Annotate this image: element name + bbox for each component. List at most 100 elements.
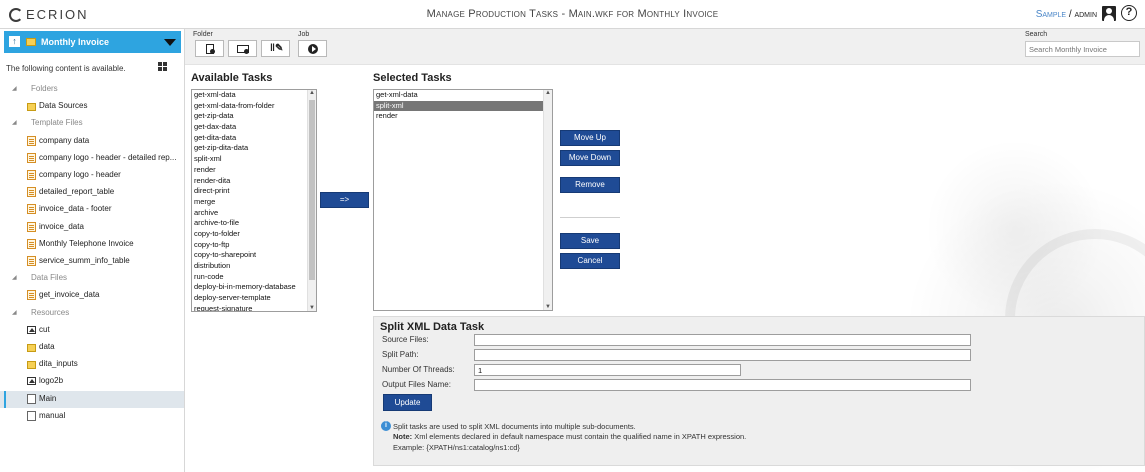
tree-item[interactable]: Main xyxy=(0,390,184,408)
scroll-thumb[interactable] xyxy=(309,100,315,280)
list-item[interactable]: get-xml-data xyxy=(374,90,552,101)
workflow-file-icon xyxy=(27,393,36,404)
tree-item[interactable]: Monthly Telephone Invoice xyxy=(0,236,184,253)
new-file-button[interactable] xyxy=(195,40,224,57)
user-info[interactable]: Sample / admin xyxy=(1036,9,1097,20)
selected-items-container: get-xml-data split-xml render xyxy=(374,90,552,122)
user-separator: / xyxy=(1068,9,1072,20)
scrollbar[interactable]: ▲ ▼ xyxy=(543,90,552,310)
folder-icon xyxy=(27,361,36,370)
list-item[interactable]: render xyxy=(192,165,316,176)
tree-section[interactable]: ◢ Data Files xyxy=(0,270,184,287)
tree-item-label: data xyxy=(39,342,55,351)
tree-item-label: dita_inputs xyxy=(39,359,78,369)
expand-arrow-icon[interactable]: ◢ xyxy=(12,119,17,126)
list-item[interactable]: archive xyxy=(192,208,316,219)
list-item[interactable]: request-signature xyxy=(192,304,316,311)
tree-item[interactable]: data xyxy=(0,339,184,356)
list-item[interactable]: distribution xyxy=(192,261,316,272)
list-item[interactable]: run-code xyxy=(192,272,316,283)
scroll-up-icon[interactable]: ▲ xyxy=(545,90,551,96)
tree-item[interactable]: Data Sources xyxy=(0,98,184,115)
help-icon[interactable]: ? xyxy=(1121,5,1137,21)
available-items-container: get-xml-data get-xml-data-from-folder get-… xyxy=(192,90,316,311)
list-item[interactable]: copy-to-sharepoint xyxy=(192,250,316,261)
remove-button[interactable]: Remove xyxy=(560,177,620,193)
list-item[interactable]: copy-to-ftp xyxy=(192,240,316,251)
split-path-field[interactable] xyxy=(474,349,971,361)
output-files-name-field[interactable] xyxy=(474,379,971,391)
task-settings-panel: Split XML Data Task Source Files: Split … xyxy=(373,316,1145,466)
move-up-button[interactable]: Move Up xyxy=(560,130,620,146)
scroll-down-icon[interactable]: ▼ xyxy=(545,304,551,310)
available-tasks-list[interactable]: get-xml-data get-xml-data-from-folder get-… xyxy=(191,89,317,312)
run-job-button[interactable] xyxy=(298,40,327,57)
cancel-button[interactable]: Cancel xyxy=(560,253,620,269)
chevron-down-icon[interactable] xyxy=(164,39,176,46)
list-item[interactable]: archive-to-file xyxy=(192,218,316,229)
add-task-button[interactable]: => xyxy=(320,192,369,208)
tree-section[interactable]: ◢ Folders xyxy=(0,81,184,98)
list-item[interactable]: get-dita-data xyxy=(192,133,316,144)
user-name[interactable]: admin xyxy=(1074,9,1097,20)
selected-tasks-list[interactable]: get-xml-data split-xml render ▲ ▼ xyxy=(373,89,553,311)
tree-item-label: company data xyxy=(39,135,90,145)
tree-item[interactable]: detailed_report_table xyxy=(0,184,184,201)
project-selector[interactable]: ↑ Monthly Invoice xyxy=(4,31,181,53)
tree-item[interactable]: logo2b xyxy=(0,373,184,390)
source-files-field[interactable] xyxy=(474,334,971,346)
tree-item[interactable]: company logo - header - detailed rep... xyxy=(0,150,184,167)
scroll-down-icon[interactable]: ▼ xyxy=(309,305,315,311)
project-name: Monthly Invoice xyxy=(41,37,110,47)
search-input[interactable] xyxy=(1025,41,1140,57)
folder-settings-button[interactable] xyxy=(228,40,257,57)
up-arrow-icon[interactable]: ↑ xyxy=(9,36,20,47)
list-item[interactable]: get-zip-dita-data xyxy=(192,143,316,154)
avatar-icon[interactable] xyxy=(1102,6,1116,21)
folder-icon xyxy=(27,344,36,352)
list-item[interactable]: deploy-server-template xyxy=(192,293,316,304)
user-sample[interactable]: Sample xyxy=(1036,9,1066,20)
divider xyxy=(560,217,620,218)
tree-item[interactable]: dita_inputs xyxy=(0,356,184,373)
tree-section[interactable]: ◢ Resources xyxy=(0,305,184,322)
tree-item[interactable]: company data xyxy=(0,133,184,150)
tree-section[interactable]: ◢ Template Files xyxy=(0,115,184,132)
page-title: Manage Production Tasks - Main.wkf for M… xyxy=(426,8,719,20)
update-button[interactable]: Update xyxy=(383,394,432,411)
number-of-threads-field[interactable] xyxy=(474,364,741,376)
list-item[interactable]: get-dax-data xyxy=(192,122,316,133)
tree-item[interactable]: get_invoice_data xyxy=(0,287,184,304)
scroll-up-icon[interactable]: ▲ xyxy=(309,90,315,96)
example-text: Example: {XPATH/ns1:catalog/ns1:cd} xyxy=(393,443,520,452)
tree-item[interactable]: company logo - header xyxy=(0,167,184,184)
list-item[interactable]: split-xml xyxy=(192,154,316,165)
tree-item[interactable]: cut xyxy=(0,322,184,339)
tree-item-label: get_invoice_data xyxy=(39,290,100,300)
template-file-icon xyxy=(27,204,36,215)
list-item[interactable]: render xyxy=(374,111,552,122)
expand-arrow-icon[interactable]: ◢ xyxy=(12,274,17,281)
list-item[interactable]: deploy-bi-in-memory-database xyxy=(192,282,316,293)
tree-item[interactable]: service_summ_info_table xyxy=(0,253,184,270)
save-button[interactable]: Save xyxy=(560,233,620,249)
tree-item-label: cut xyxy=(39,324,50,334)
move-down-button[interactable]: Move Down xyxy=(560,150,620,166)
list-item[interactable]: direct-print xyxy=(192,186,316,197)
list-item[interactable]: merge xyxy=(192,197,316,208)
list-item[interactable]: get-zip-data xyxy=(192,111,316,122)
list-item[interactable]: split-xml xyxy=(374,100,552,112)
tree-item[interactable]: manual xyxy=(0,408,184,425)
tree-item[interactable]: invoice_data xyxy=(0,219,184,236)
tree-item-label: company logo - header xyxy=(39,170,121,179)
tools-button[interactable]: ǁ✎ xyxy=(261,40,290,57)
grid-view-icon[interactable] xyxy=(158,62,167,71)
tree-item[interactable]: invoice_data - footer xyxy=(0,201,184,218)
expand-arrow-icon[interactable]: ◢ xyxy=(12,85,17,92)
list-item[interactable]: copy-to-folder xyxy=(192,229,316,240)
list-item[interactable]: get-xml-data xyxy=(192,90,316,101)
expand-arrow-icon[interactable]: ◢ xyxy=(12,309,17,316)
scrollbar[interactable]: ▲ ▼ xyxy=(307,90,316,311)
list-item[interactable]: get-xml-data-from-folder xyxy=(192,101,316,112)
list-item[interactable]: render-dita xyxy=(192,176,316,187)
